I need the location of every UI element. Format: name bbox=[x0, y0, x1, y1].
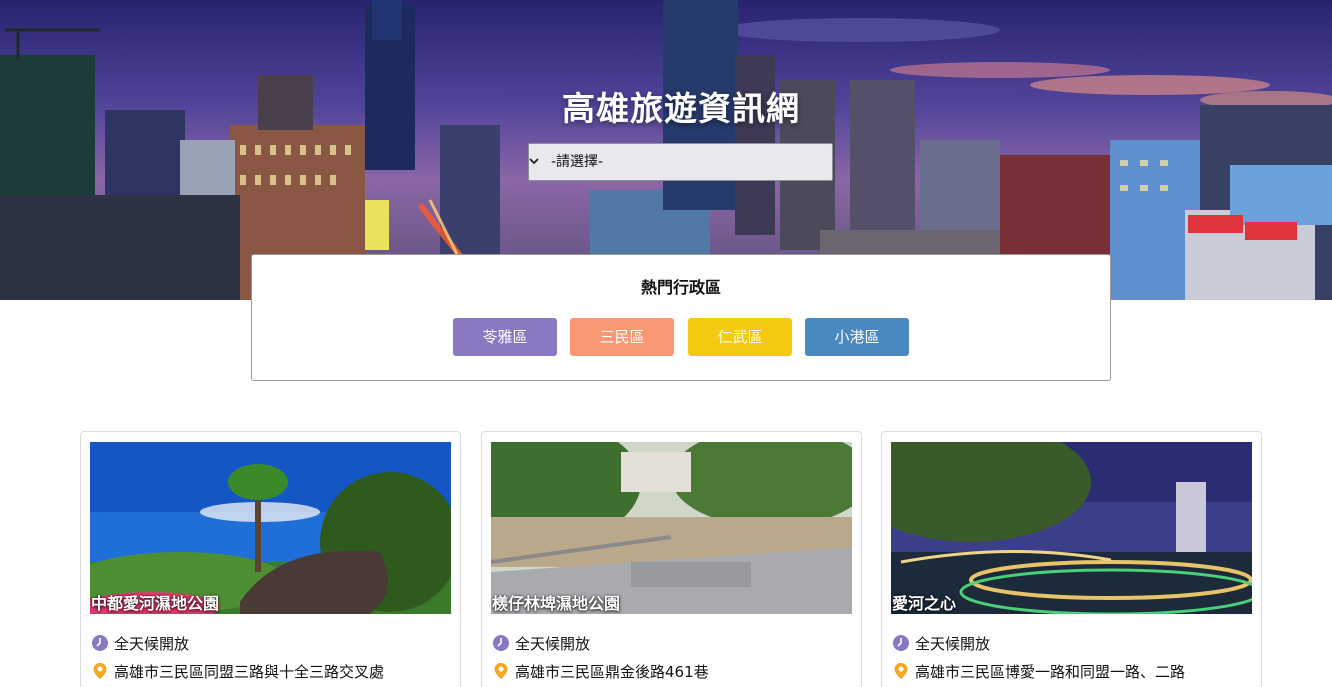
address-row: 高雄市三民區同盟三路與十全三路交叉處 bbox=[91, 660, 384, 682]
address-row: 高雄市三民區博愛一路和同盟一路、二路 bbox=[892, 660, 1185, 682]
hours-row: 全天候開放 bbox=[91, 632, 189, 654]
district-select[interactable]: -請選擇- bbox=[528, 143, 833, 181]
clock-icon bbox=[493, 635, 509, 651]
address-text: 高雄市三民區博愛一路和同盟一路、二路 bbox=[915, 662, 1186, 681]
district-button-xiaogang[interactable]: 小港區 bbox=[805, 318, 909, 356]
district-button-renwu[interactable]: 仁武區 bbox=[688, 318, 792, 356]
attraction-card[interactable]: 中都愛河濕地公園 全天候開放 高雄市三民區同盟三路與十全三路交叉處 bbox=[80, 431, 461, 687]
address-text: 高雄市三民區鼎金後路461巷 bbox=[515, 662, 709, 681]
attraction-name: 檨仔林埤濕地公園 bbox=[492, 594, 621, 613]
hours-text: 全天候開放 bbox=[114, 634, 190, 653]
attraction-card[interactable]: 愛河之心 全天候開放 高雄市三民區博愛一路和同盟一路、二路 bbox=[881, 431, 1262, 687]
address-row: 高雄市三民區鼎金後路461巷 bbox=[492, 660, 709, 682]
site-title: 高雄旅遊資訊網 bbox=[562, 89, 800, 128]
park-photo-image bbox=[90, 442, 451, 614]
attraction-name: 中都愛河濕地公園 bbox=[91, 594, 220, 613]
attraction-card[interactable]: 檨仔林埤濕地公園 全天候開放 高雄市三民區鼎金後路461巷 bbox=[481, 431, 862, 687]
map-pin-icon bbox=[494, 663, 508, 679]
attraction-name: 愛河之心 bbox=[892, 594, 957, 613]
address-text: 高雄市三民區同盟三路與十全三路交叉處 bbox=[114, 662, 385, 681]
hours-row: 全天候開放 bbox=[492, 632, 590, 654]
popular-districts-title: 熱門行政區 bbox=[640, 278, 721, 297]
attraction-photo[interactable]: 檨仔林埤濕地公園 bbox=[491, 442, 852, 614]
park-photo-image bbox=[891, 442, 1252, 614]
clock-icon bbox=[92, 635, 108, 651]
chevron-down-icon bbox=[529, 158, 539, 165]
district-button-lingya[interactable]: 苓雅區 bbox=[453, 318, 557, 356]
hours-text: 全天候開放 bbox=[915, 634, 991, 653]
park-photo-image bbox=[491, 442, 852, 614]
attraction-photo[interactable]: 愛河之心 bbox=[891, 442, 1252, 614]
hours-text: 全天候開放 bbox=[515, 634, 591, 653]
district-select-value: -請選擇- bbox=[551, 154, 604, 170]
hours-row: 全天候開放 bbox=[892, 632, 990, 654]
clock-icon bbox=[893, 635, 909, 651]
attraction-photo[interactable]: 中都愛河濕地公園 bbox=[90, 442, 451, 614]
map-pin-icon bbox=[93, 663, 107, 679]
popular-districts-panel: 熱門行政區 苓雅區 三民區 仁武區 小港區 bbox=[251, 254, 1111, 381]
district-button-sanmin[interactable]: 三民區 bbox=[570, 318, 674, 356]
map-pin-icon bbox=[894, 663, 908, 679]
